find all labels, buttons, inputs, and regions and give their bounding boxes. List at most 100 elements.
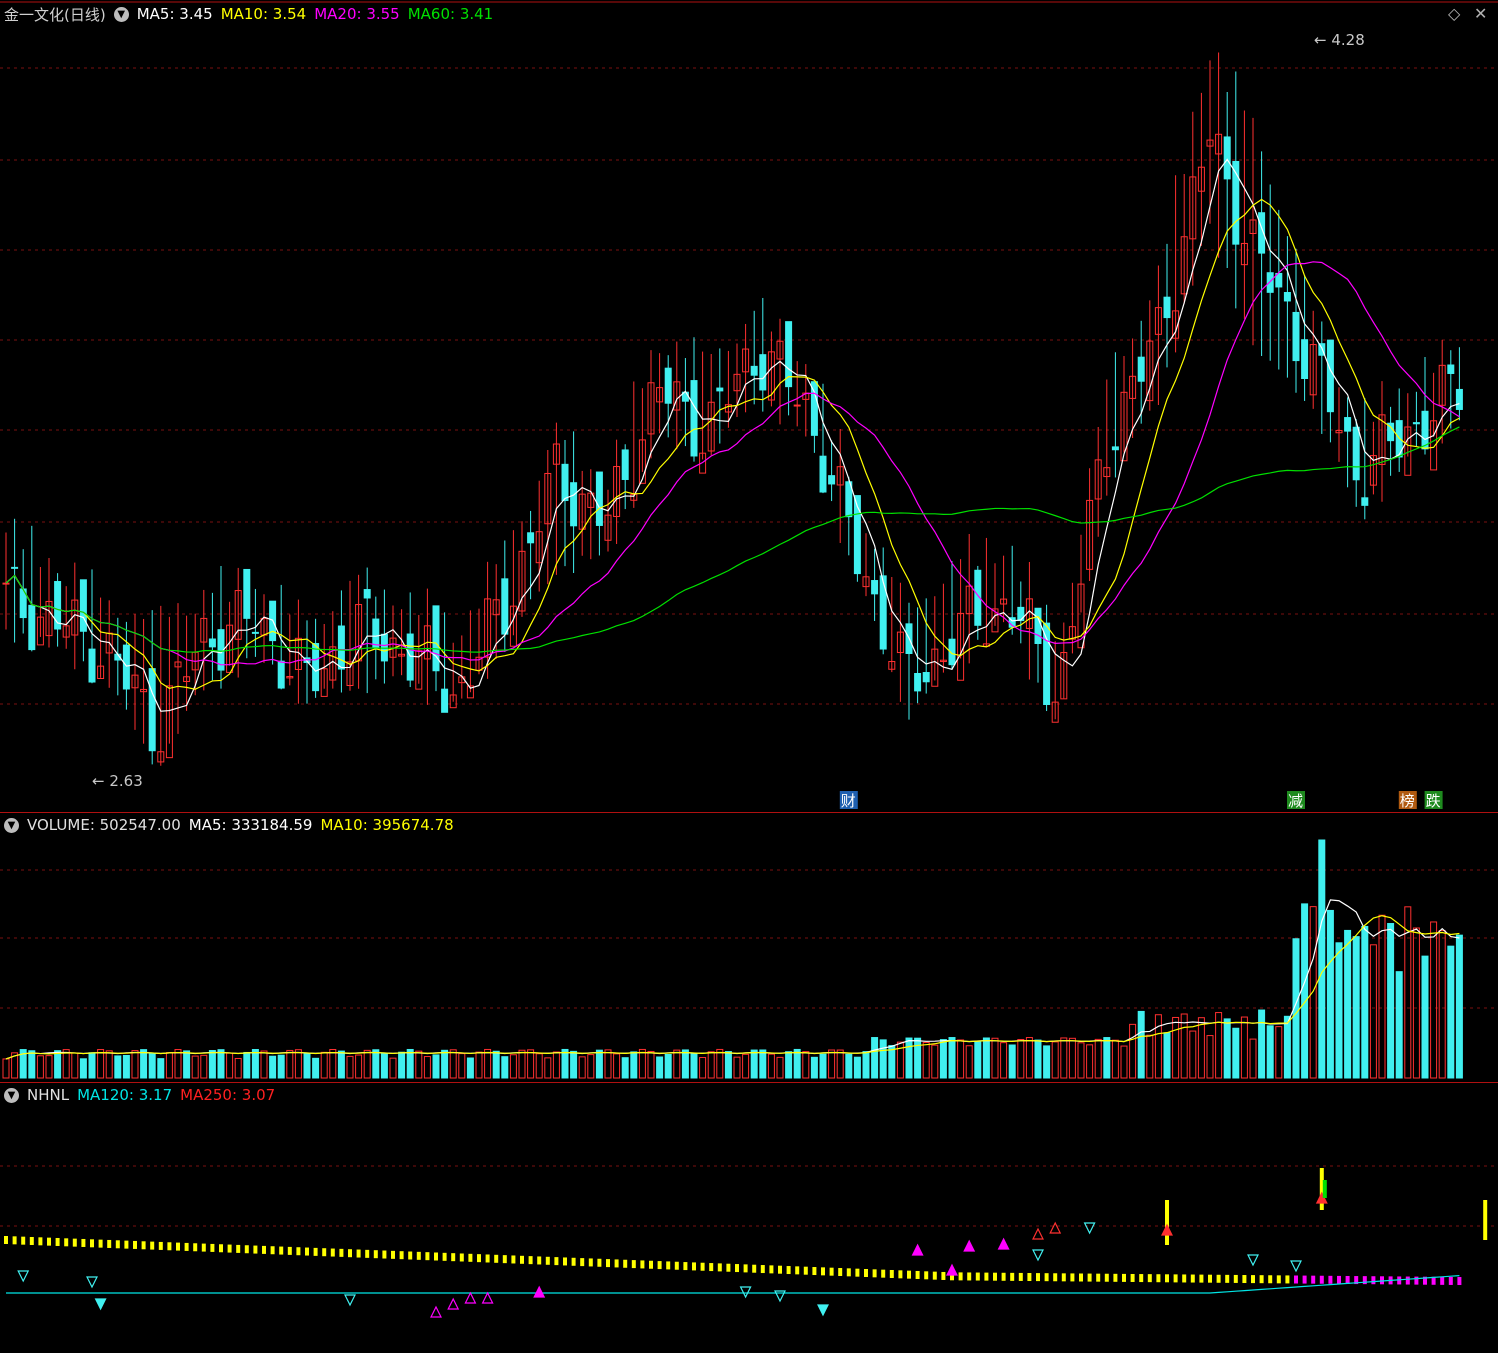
nhnl-bar (657, 1261, 662, 1270)
nhnl-bar (227, 1244, 232, 1253)
candle-body (914, 672, 922, 692)
volume-bar (836, 1049, 844, 1079)
volume-bar (165, 1052, 173, 1079)
nhnl-bar (150, 1241, 155, 1250)
volume-bar (157, 1058, 165, 1079)
nhnl-bar (365, 1249, 370, 1258)
nhnl-bar (72, 1238, 77, 1247)
candle-body (1034, 607, 1042, 645)
nhnl-bar (1233, 1274, 1238, 1283)
candle-body (561, 463, 569, 502)
nhnl-bar (1001, 1272, 1006, 1281)
candle-body (79, 579, 87, 632)
volume-bar (1455, 934, 1463, 1079)
candle-body (1361, 497, 1369, 506)
candle-body (1137, 356, 1145, 382)
volume-bar (475, 1051, 483, 1079)
chevron-down-icon[interactable]: ▼ (4, 1087, 19, 1103)
nhnl-bar (683, 1262, 688, 1271)
volume-bar (552, 1051, 560, 1079)
volume-bar (1077, 1042, 1085, 1079)
ma10-label: MA10: 3.54 (220, 5, 307, 23)
diamond-icon[interactable]: ◇ (1448, 4, 1460, 23)
nhnl-bar (812, 1267, 817, 1276)
volume-bar (587, 1054, 595, 1079)
nhnl-bar (193, 1243, 198, 1252)
nhnl-bar (1311, 1275, 1316, 1284)
panel-separator (0, 812, 1498, 813)
volume-bar (1163, 1032, 1171, 1079)
nhnl-bar (90, 1239, 94, 1248)
nhnl-bar (1044, 1273, 1049, 1282)
nhnl-bar (1448, 1276, 1453, 1285)
volume-bar (79, 1058, 87, 1079)
candle-body (1412, 422, 1420, 425)
volume-bar (1154, 1014, 1162, 1079)
candle-body (664, 367, 672, 404)
nhnl-bar (1190, 1274, 1195, 1283)
volume-bar (905, 1037, 913, 1079)
nhnl-bar (244, 1245, 249, 1254)
volume-bar (1275, 1026, 1283, 1079)
candle-body (1283, 292, 1291, 302)
candle-body (527, 532, 535, 544)
close-icon[interactable]: ✕ (1474, 4, 1487, 23)
chevron-down-icon[interactable]: ▼ (113, 6, 129, 22)
candle-body (819, 455, 827, 493)
nhnl-bar (1216, 1274, 1221, 1283)
nhnl-bar (752, 1264, 757, 1273)
volume-bar (1232, 1027, 1240, 1079)
panel-separator (0, 1082, 1498, 1083)
ma20-label: MA20: 3.55 (314, 5, 400, 23)
volume-bar (1361, 925, 1369, 1079)
candle-body (28, 604, 36, 651)
volume-bar (828, 1049, 836, 1079)
nhnl-bar (502, 1255, 507, 1264)
volume-bar (922, 1042, 930, 1079)
nhnl-bar (1130, 1273, 1135, 1282)
volume-bar (638, 1048, 646, 1079)
volume-bar (810, 1056, 818, 1079)
security-title[interactable]: 金一文化(日线) (4, 4, 106, 25)
new-high-marker (946, 1263, 958, 1276)
new-high-marker (430, 1305, 442, 1318)
nhnl-bar (1319, 1275, 1324, 1284)
nhnl-bar (872, 1269, 877, 1278)
candle-body (759, 354, 767, 391)
volume-bar (957, 1039, 965, 1079)
chevron-down-icon[interactable]: ▼ (4, 817, 19, 833)
nhnl-bar (1113, 1273, 1118, 1282)
nhnl-bar (1010, 1272, 1015, 1281)
volume-bar (819, 1053, 827, 1079)
volume-bar (1180, 1013, 1188, 1079)
candle-body (1223, 136, 1231, 180)
volume-bar (71, 1052, 79, 1079)
nhnl-bar (330, 1248, 335, 1257)
new-low-marker (344, 1294, 356, 1307)
nhnl-bar (1018, 1272, 1023, 1281)
volume-bar (346, 1055, 354, 1079)
candle-body (1292, 311, 1300, 362)
candle-body (1344, 417, 1352, 432)
volume-bar (97, 1049, 105, 1079)
nhnl-bar (184, 1242, 189, 1251)
new-high-marker (533, 1285, 546, 1298)
nhnl-bar (29, 1236, 34, 1245)
volume-bar (312, 1057, 320, 1079)
volume-bar (1344, 929, 1352, 1079)
nhnl-panel-header: ▼ NHNL MA120: 3.17 MA250: 3.07 (4, 1084, 275, 1106)
nhnl-bar (846, 1268, 851, 1277)
candle-body (1447, 364, 1455, 374)
volume-bar (707, 1051, 715, 1079)
volume-bar (604, 1049, 612, 1079)
volume-bar (1249, 1038, 1257, 1079)
volume-bar (1094, 1038, 1102, 1079)
volume-bar (484, 1048, 492, 1079)
volume-bar (45, 1055, 53, 1079)
candle-body (406, 633, 414, 681)
nhnl-bar (1165, 1274, 1169, 1283)
volume-bar (630, 1051, 638, 1079)
ma5-line (5, 158, 1460, 712)
nhnl-bar (313, 1247, 318, 1256)
volume-bar (673, 1049, 681, 1079)
